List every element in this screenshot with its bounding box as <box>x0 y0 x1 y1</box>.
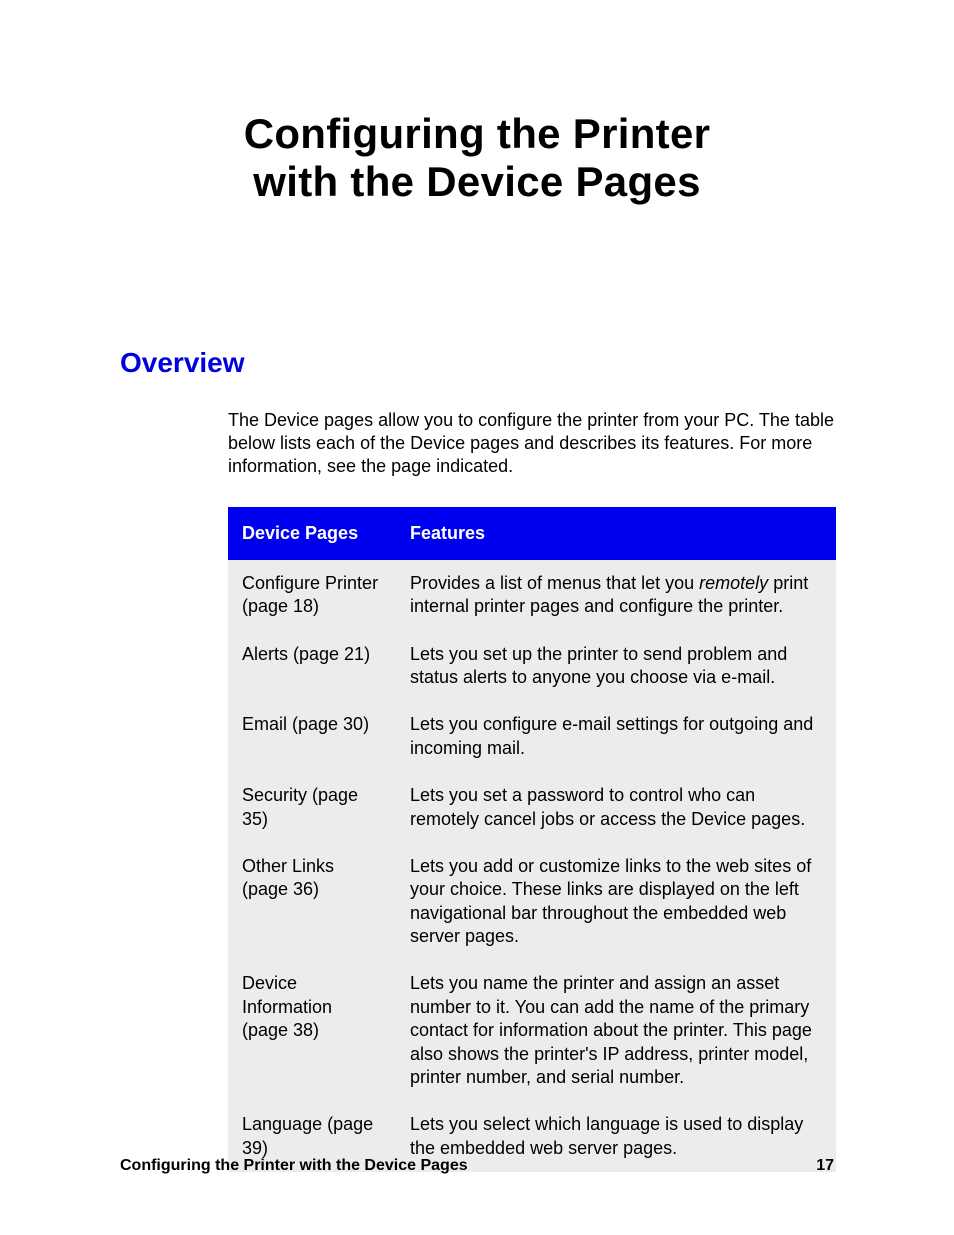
overview-heading: Overview <box>120 347 834 379</box>
table-row: Other Links (page 36) Lets you add or cu… <box>228 843 836 961</box>
row-name: Security (page 35) <box>228 772 396 843</box>
row-feature: Lets you set up the printer to send prob… <box>396 631 836 702</box>
table-row: Email (page 30) Lets you configure e-mai… <box>228 701 836 772</box>
title-line-1: Configuring the Printer <box>244 110 711 157</box>
feature-text-pre: Provides a list of menus that let you <box>410 573 699 593</box>
table-header-row: Device Pages Features <box>228 507 836 560</box>
row-name: Device Information (page 38) <box>228 960 396 1101</box>
row-feature: Lets you add or customize links to the w… <box>396 843 836 961</box>
row-feature: Lets you name the printer and assign an … <box>396 960 836 1101</box>
page-footer: Configuring the Printer with the Device … <box>120 1157 834 1175</box>
table-row: Device Information (page 38) Lets you na… <box>228 960 836 1101</box>
title-line-2: with the Device Pages <box>253 158 700 205</box>
table-header-device-pages: Device Pages <box>228 507 396 560</box>
row-name: Email (page 30) <box>228 701 396 772</box>
table-header-features: Features <box>396 507 836 560</box>
footer-page-number: 17 <box>816 1157 834 1175</box>
feature-text-em: remotely <box>699 573 768 593</box>
footer-title: Configuring the Printer with the Device … <box>120 1157 468 1175</box>
row-name: Configure Printer (page 18) <box>228 560 396 631</box>
page-title: Configuring the Printer with the Device … <box>120 110 834 207</box>
table-row: Configure Printer (page 18) Provides a l… <box>228 560 836 631</box>
row-feature: Provides a list of menus that let you re… <box>396 560 836 631</box>
row-name: Other Links (page 36) <box>228 843 396 961</box>
intro-paragraph: The Device pages allow you to configure … <box>120 409 834 479</box>
document-page: Configuring the Printer with the Device … <box>0 0 954 1235</box>
table-row: Alerts (page 21) Lets you set up the pri… <box>228 631 836 702</box>
row-feature: Lets you configure e-mail settings for o… <box>396 701 836 772</box>
device-pages-table: Device Pages Features Configure Printer … <box>228 507 836 1172</box>
row-feature: Lets you set a password to control who c… <box>396 772 836 843</box>
table-row: Security (page 35) Lets you set a passwo… <box>228 772 836 843</box>
row-name: Alerts (page 21) <box>228 631 396 702</box>
